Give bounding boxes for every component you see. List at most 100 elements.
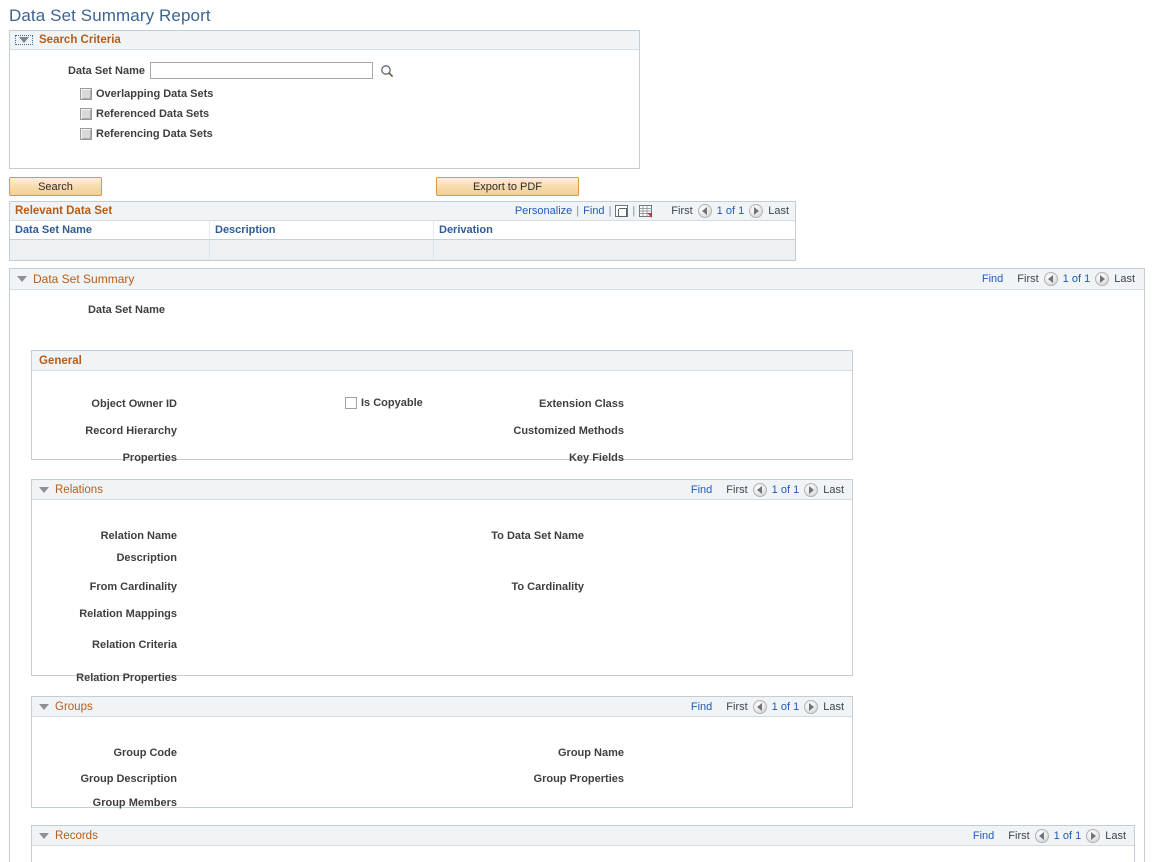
key-fields-label: Key Fields	[568, 452, 624, 464]
group-name-label: Group Name	[557, 747, 624, 759]
grid-find-link[interactable]: Find	[583, 205, 604, 217]
data-set-summary-header: Data Set Summary Find First 1 of 1 Last	[10, 269, 1144, 290]
search-criteria-body: Data Set Name Overlapping Data Sets Refe…	[10, 50, 639, 140]
triangle-down-icon[interactable]	[39, 703, 49, 710]
relations-pager: First 1 of 1 Last	[726, 482, 844, 497]
data-set-name-input[interactable]	[150, 62, 373, 79]
table-row[interactable]	[10, 240, 795, 260]
column-header-description[interactable]: Description	[210, 221, 434, 239]
pager-count: 1 of 1	[716, 205, 745, 217]
data-set-summary-section: Data Set Summary Find First 1 of 1 Last …	[9, 268, 1145, 862]
pager-last-label[interactable]: Last	[1114, 273, 1135, 285]
checkbox-row-referencing[interactable]: Referencing Data Sets	[10, 128, 639, 140]
pager-first-label[interactable]: First	[726, 701, 747, 713]
triangle-down-icon[interactable]	[39, 832, 49, 839]
overlapping-data-sets-label: Overlapping Data Sets	[96, 88, 214, 100]
toolbar-separator-2: |	[608, 205, 612, 217]
from-cardinality-label: From Cardinality	[89, 581, 177, 593]
relevant-data-set-title: Relevant Data Set	[15, 205, 113, 217]
expand-grid-icon[interactable]	[615, 205, 629, 217]
groups-find-link[interactable]: Find	[691, 701, 712, 713]
cell-data-set-name	[10, 240, 210, 260]
checkbox-row-referenced[interactable]: Referenced Data Sets	[10, 108, 639, 120]
data-set-name-label: Data Set Name	[67, 64, 145, 77]
records-tools: Find First 1 of 1 Last	[973, 828, 1126, 843]
data-set-summary-title: Data Set Summary	[33, 272, 135, 286]
triangle-down-icon[interactable]	[17, 276, 27, 282]
pager-last-label[interactable]: Last	[768, 205, 789, 217]
group-code-label: Group Code	[113, 747, 177, 759]
pager-first-label[interactable]: First	[671, 205, 692, 217]
records-find-link[interactable]: Find	[973, 830, 994, 842]
arrow-left-icon[interactable]	[1034, 828, 1049, 843]
column-header-derivation[interactable]: Derivation	[434, 221, 795, 239]
relations-panel: Relations Find First 1 of 1 Last Relatio…	[31, 479, 853, 684]
cell-description	[210, 240, 434, 260]
relations-title: Relations	[55, 483, 103, 496]
relevant-data-set-header: Relevant Data Set Personalize | Find | |	[10, 202, 795, 221]
groups-panel: Groups Find First 1 of 1 Last Group Code…	[31, 696, 853, 809]
extension-class-label: Extension Class	[539, 398, 624, 410]
relation-properties-label: Relation Properties	[76, 672, 177, 684]
is-copyable-checkbox[interactable]	[345, 397, 357, 409]
arrow-left-icon[interactable]	[752, 699, 767, 714]
arrow-left-icon[interactable]	[697, 204, 712, 218]
search-criteria-title: Search Criteria	[39, 34, 121, 46]
search-criteria-section: Search Criteria Data Set Name Overlappin…	[9, 30, 640, 169]
properties-label: Properties	[122, 452, 177, 464]
general-header: General	[32, 351, 852, 371]
export-to-pdf-button[interactable]: Export to PDF	[436, 177, 579, 196]
arrow-left-icon[interactable]	[752, 482, 767, 497]
pager-first-label[interactable]: First	[1008, 830, 1029, 842]
groups-title: Groups	[55, 700, 93, 713]
data-set-summary-body: Data Set Name General Object Owner ID Is…	[10, 290, 1144, 862]
arrow-right-icon[interactable]	[1095, 272, 1110, 286]
arrow-right-icon[interactable]	[1086, 828, 1101, 843]
download-to-excel-icon[interactable]	[639, 204, 653, 218]
relevant-data-set-grid: Relevant Data Set Personalize | Find | |	[9, 201, 796, 261]
checkbox-row-overlapping[interactable]: Overlapping Data Sets	[10, 88, 639, 100]
column-header-data-set-name[interactable]: Data Set Name	[10, 221, 210, 239]
pager-last-label[interactable]: Last	[823, 701, 844, 713]
relation-criteria-label: Relation Criteria	[92, 639, 177, 651]
records-title: Records	[55, 829, 98, 842]
group-members-label: Group Members	[92, 797, 177, 809]
relation-name-label: Relation Name	[100, 530, 177, 542]
arrow-right-icon[interactable]	[749, 204, 764, 218]
relation-description-label: Description	[116, 552, 177, 564]
groups-tools: Find First 1 of 1 Last	[691, 699, 844, 714]
customized-methods-label: Customized Methods	[513, 425, 624, 437]
referenced-data-sets-checkbox[interactable]	[80, 108, 92, 120]
relation-mappings-label: Relation Mappings	[79, 608, 177, 620]
grid-column-header-row: Data Set Name Description Derivation	[10, 221, 795, 240]
pager-last-label[interactable]: Last	[1105, 830, 1126, 842]
arrow-right-icon[interactable]	[804, 482, 819, 497]
triangle-down-icon	[19, 37, 29, 43]
summary-pager: First 1 of 1 Last	[1017, 272, 1135, 286]
overlapping-data-sets-checkbox[interactable]	[80, 88, 92, 100]
magnifier-icon[interactable]	[380, 64, 394, 78]
search-button[interactable]: Search	[9, 177, 102, 196]
arrow-left-icon[interactable]	[1043, 272, 1058, 286]
personalize-link[interactable]: Personalize	[515, 205, 572, 217]
toolbar-separator-1: |	[576, 205, 580, 217]
referencing-data-sets-checkbox[interactable]	[80, 128, 92, 140]
search-criteria-collapse-toggle[interactable]	[15, 35, 33, 45]
to-cardinality-label: To Cardinality	[511, 581, 584, 593]
relations-find-link[interactable]: Find	[691, 484, 712, 496]
summary-find-link[interactable]: Find	[982, 273, 1003, 285]
toolbar-separator-3: |	[632, 205, 636, 217]
triangle-down-icon[interactable]	[39, 486, 49, 493]
cell-derivation	[434, 240, 795, 260]
referencing-data-sets-label: Referencing Data Sets	[96, 128, 213, 140]
pager-first-label[interactable]: First	[1017, 273, 1038, 285]
object-owner-id-label: Object Owner ID	[91, 398, 177, 410]
pager-first-label[interactable]: First	[726, 484, 747, 496]
pager-last-label[interactable]: Last	[823, 484, 844, 496]
groups-body: Group Code Group Name Group Description …	[32, 717, 852, 809]
arrow-right-icon[interactable]	[804, 699, 819, 714]
pager-count: 1 of 1	[771, 483, 800, 496]
is-copyable-row[interactable]: Is Copyable	[345, 397, 423, 409]
group-description-label: Group Description	[80, 773, 177, 785]
relations-tools: Find First 1 of 1 Last	[691, 482, 844, 497]
